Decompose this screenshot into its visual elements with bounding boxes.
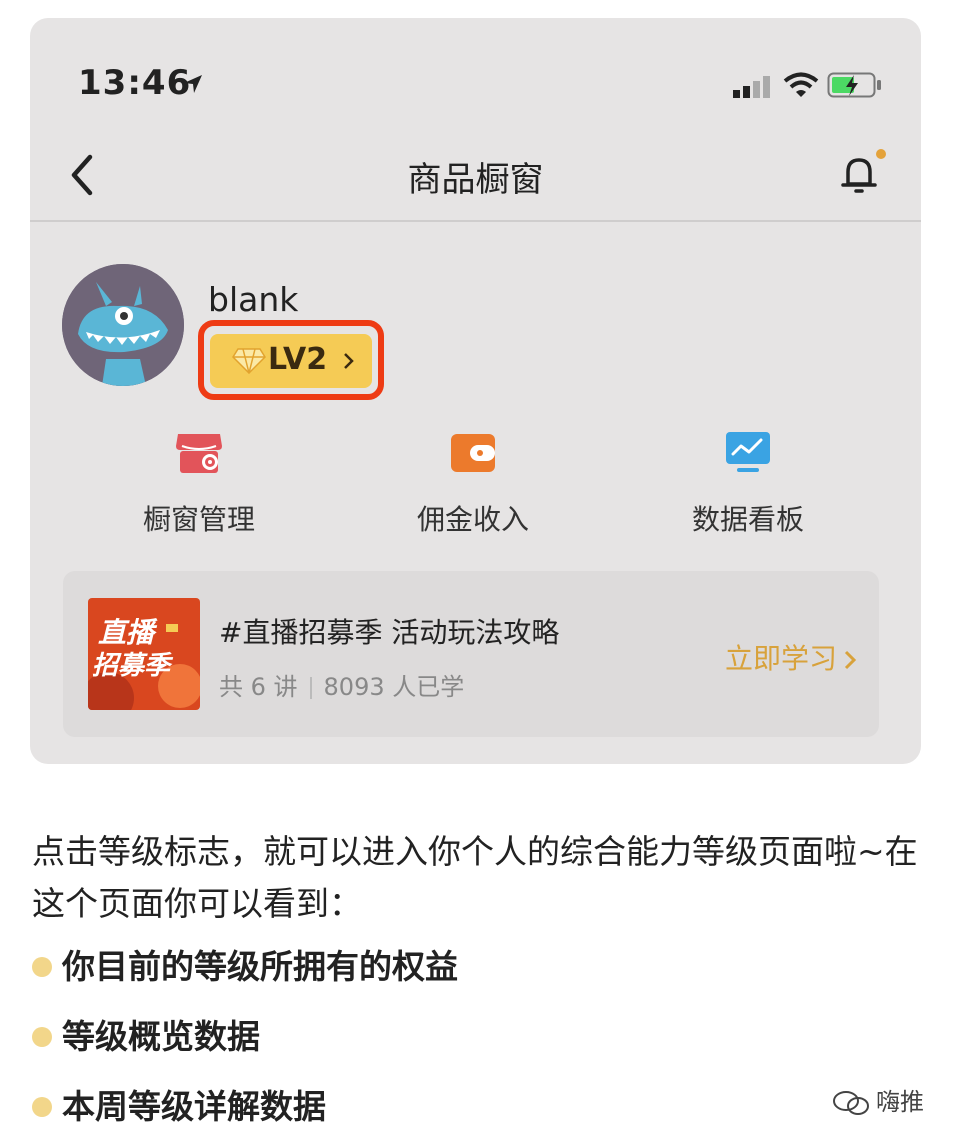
action-row: 橱窗管理 佣金收入 数据看板 [30,428,921,548]
action-label: 佣金收入 [416,503,529,536]
meta-divider [309,677,312,699]
avatar[interactable] [62,264,184,386]
chevron-right-icon [844,650,857,670]
avatar-monster-image [62,264,184,386]
wifi-icon [783,72,819,97]
bullet-text: 本周等级详解数据 [62,1087,326,1126]
notification-bell-icon[interactable] [836,148,888,200]
bullet-text: 你目前的等级所拥有的权益 [62,947,458,986]
chevron-right-icon [344,353,354,369]
page-title: 商品橱窗 [407,160,544,200]
action-label: 橱窗管理 [142,503,255,536]
article-description: 点击等级标志，就可以进入你个人的综合能力等级页面啦~在这个页面你可以看到： [32,832,918,923]
promo-learners: 8093 人已学 [323,673,465,701]
status-time: 13:46 [78,63,192,103]
store-settings-icon [176,434,222,473]
phone-screenshot-card: 13:46 商品橱窗 blank LV2 橱窗管理 佣金收入 数据看板 直播 招… [30,18,921,764]
action-commission-income[interactable]: 佣金收入 [363,428,583,538]
action-window-management[interactable]: 橱窗管理 [89,428,309,538]
bullet-item: 等级概览数据 [32,1010,260,1058]
bullet-text: 等级概览数据 [62,1017,260,1056]
promo-banner[interactable]: 直播 招募季 #直播招募季 活动玩法攻略 共 6 讲 8093 人已学 立即学习 [63,571,879,737]
level-text: LV2 [268,342,328,377]
promo-lessons: 共 6 讲 [219,673,298,701]
status-bar: 13:46 [30,18,921,138]
bullet-dot [32,1026,52,1047]
wechat-icon [833,1091,869,1115]
action-label: 数据看板 [691,503,804,536]
username: blank [208,280,299,319]
diamond-icon [232,348,266,374]
signal-icon [733,76,770,98]
nav-bar: 商品橱窗 [30,138,921,222]
wallet-icon [451,434,495,472]
thumb-title-line1: 直播 [98,616,158,649]
watermark: 嗨推 [832,1082,924,1117]
action-data-dashboard[interactable]: 数据看板 [638,428,858,538]
chart-board-icon [726,432,770,472]
promo-meta: 共 6 讲 8093 人已学 [219,667,464,702]
learn-now-link[interactable]: 立即学习 [725,637,857,677]
promo-thumbnail-image: 直播 招募季 [88,598,200,710]
bullet-item: 本周等级详解数据 [32,1080,326,1128]
watermark-text: 嗨推 [876,1088,924,1116]
promo-title: #直播招募季 活动玩法攻略 [219,616,560,649]
thumb-title-line2: 招募季 [92,651,174,681]
bullet-dot [32,1096,52,1117]
bullet-item: 你目前的等级所拥有的权益 [32,940,458,988]
bullet-dot [32,956,52,977]
promo-thumbnail: 直播 招募季 [88,598,200,710]
level-badge[interactable]: LV2 [210,334,372,388]
learn-now-label: 立即学习 [724,642,837,675]
battery-charging-icon [827,72,881,98]
location-arrow-icon [184,75,202,93]
